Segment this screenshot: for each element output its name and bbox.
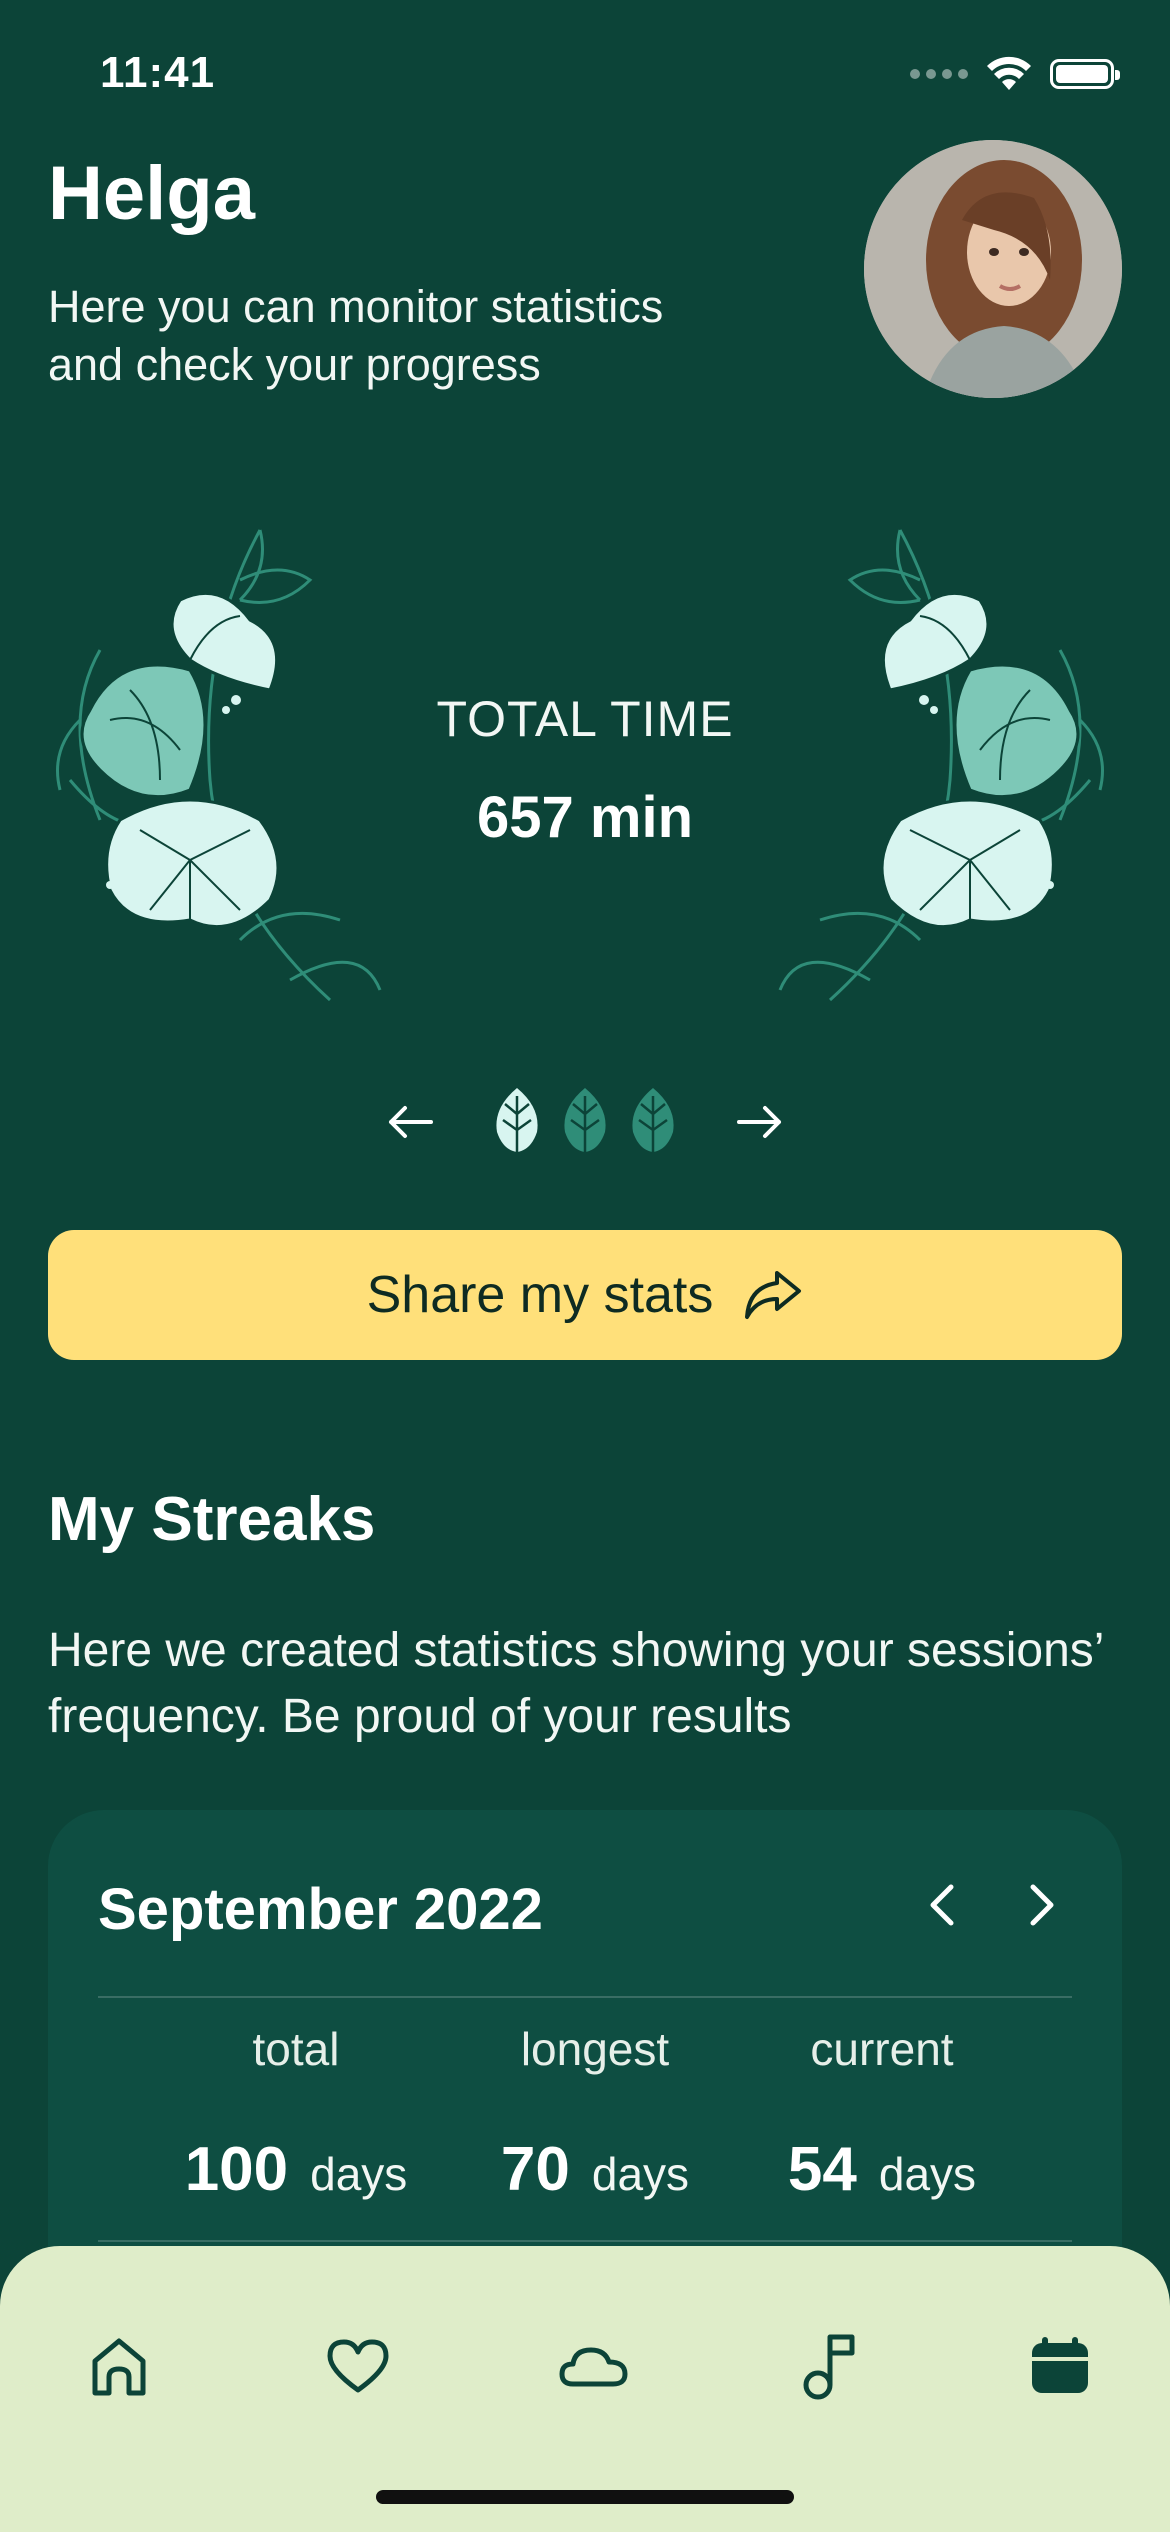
total-time-value: 657 min <box>477 785 693 850</box>
stat-current: current 54 days <box>732 2022 1032 2205</box>
calendar-icon <box>1032 2337 1088 2393</box>
battery-icon <box>1050 59 1120 89</box>
tab-sleep[interactable] <box>544 2316 644 2416</box>
leaf-dot-active-icon[interactable] <box>489 1084 545 1160</box>
tab-favorites[interactable] <box>308 2316 408 2416</box>
stat-label: total <box>252 2023 340 2075</box>
user-name: Helga <box>48 151 255 236</box>
stat-number: 54 <box>787 2135 857 2204</box>
calendar-month: September 2022 <box>98 1877 543 1942</box>
cloud-icon <box>559 2347 628 2387</box>
stat-label: longest <box>520 2023 670 2075</box>
status-time: 11:41 <box>100 48 216 97</box>
stat-value: 100 days <box>146 2134 446 2205</box>
home-indicator <box>376 2490 794 2504</box>
stats-pager <box>380 1082 790 1162</box>
tab-music[interactable] <box>780 2316 880 2416</box>
total-time-label: TOTAL TIME <box>436 691 734 747</box>
music-note-icon <box>803 2334 855 2400</box>
status-bar: 11:41 <box>0 0 1170 150</box>
header-subtitle: Here you can monitor statistics and chec… <box>48 281 664 390</box>
wifi-icon <box>987 56 1031 90</box>
stat-total: total 100 days <box>146 2022 446 2205</box>
flower-wreath-right <box>778 529 1104 1002</box>
stat-value: 70 days <box>445 2134 745 2205</box>
arrow-left-icon[interactable] <box>380 1092 440 1152</box>
stats-screen: 11:41 Helga Here you can monitor statist… <box>0 0 1170 2532</box>
tab-calendar[interactable] <box>1010 2316 1110 2416</box>
avatar[interactable] <box>864 140 1122 398</box>
month-nav <box>912 1870 1072 1940</box>
card-divider <box>98 2240 1072 2242</box>
share-button-label: Share my stats <box>366 1266 714 1324</box>
heart-icon <box>327 2339 389 2393</box>
status-icons <box>910 56 1120 92</box>
share-arrow-icon <box>745 1271 802 1319</box>
streaks-title: My Streaks <box>48 1485 376 1554</box>
chevron-left-icon[interactable] <box>912 1870 972 1940</box>
avatar-portrait <box>864 140 1122 398</box>
tab-home[interactable] <box>69 2316 169 2416</box>
card-divider <box>98 1996 1072 1998</box>
leaf-dot-icon[interactable] <box>557 1084 613 1160</box>
stat-number: 100 <box>184 2135 289 2204</box>
leaf-dot-icon[interactable] <box>625 1084 681 1160</box>
chevron-right-icon[interactable] <box>1012 1870 1072 1940</box>
cellular-dots-icon <box>910 69 968 79</box>
stat-number: 70 <box>500 2135 570 2204</box>
page-indicator <box>489 1084 681 1160</box>
stat-longest: longest 70 days <box>445 2022 745 2205</box>
streaks-description: Here we created statistics showing your … <box>48 1624 1103 1743</box>
stat-unit: days <box>591 2148 690 2200</box>
stat-unit: days <box>310 2148 408 2200</box>
arrow-right-icon[interactable] <box>730 1092 790 1152</box>
flower-wreath-left <box>56 529 382 1002</box>
home-icon <box>92 2338 146 2396</box>
share-stats-button[interactable]: Share my stats <box>48 1230 1122 1360</box>
stat-value: 54 days <box>732 2134 1032 2205</box>
stat-unit: days <box>878 2148 977 2200</box>
stat-label: current <box>810 2023 954 2075</box>
